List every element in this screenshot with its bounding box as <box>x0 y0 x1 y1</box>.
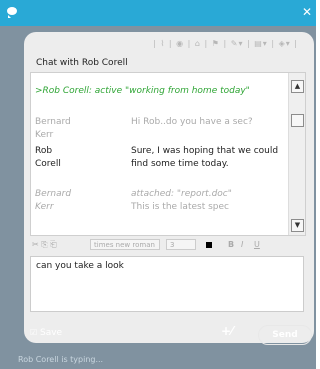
history-scrollbar[interactable]: ▲ ▼ <box>288 73 305 235</box>
bold-button[interactable]: B <box>228 240 234 249</box>
message-text: Hi Rob..do you have a sec? <box>131 117 253 127</box>
format-toolbar: ✂ ⎘ ⎗ times new roman 3 B I U <box>30 239 308 253</box>
scroll-up-icon[interactable]: ▲ <box>291 80 304 93</box>
scroll-down-icon[interactable]: ▼ <box>291 219 304 232</box>
attach-icon[interactable]: +⁄ <box>221 324 233 338</box>
close-icon[interactable]: ✕ <box>302 4 312 20</box>
message-text: This is the latest spec <box>131 202 229 212</box>
italic-button[interactable]: I <box>241 240 243 249</box>
title-bar: ✕ <box>0 0 316 26</box>
scroll-thumb[interactable] <box>291 114 304 127</box>
sender-name: Rob Corell <box>35 146 61 169</box>
sender-name: Bernard Kerr <box>35 189 72 212</box>
chat-panel: | ⌇ | ◉ | ⌂ | ⚑ | ✎▾ | ▤▾ | ◈▾ | Chat wi… <box>24 32 314 345</box>
underline-button[interactable]: U <box>254 240 260 249</box>
font-color-swatch[interactable] <box>206 242 212 248</box>
chat-window: ✕ | ⌇ | ◉ | ⌂ | ⚑ | ✎▾ | ▤▾ | ◈▾ | Chat … <box>0 0 316 369</box>
checkbox-icon[interactable]: ☑ <box>30 328 37 337</box>
panel-toolbar-icons[interactable]: | ⌇ | ◉ | ⌂ | ⚑ | ✎▾ | ▤▾ | ◈▾ | <box>24 39 298 48</box>
message-history: >Rob Corell: active "working from home t… <box>30 72 306 236</box>
status-line: >Rob Corell: active "working from home t… <box>35 86 250 96</box>
cut-copy-paste-icons[interactable]: ✂ ⎘ ⎗ <box>32 240 57 250</box>
window-frame: | ⌇ | ◉ | ⌂ | ⚑ | ✎▾ | ▤▾ | ◈▾ | Chat wi… <box>0 26 316 350</box>
chat-bubble-icon <box>7 7 17 18</box>
send-button[interactable]: Send <box>258 325 312 345</box>
message-text: Sure, I was hoping that we could find so… <box>131 146 279 169</box>
font-size-select[interactable]: 3 <box>166 239 196 250</box>
message-input[interactable]: can you take a look <box>30 256 304 312</box>
attachment-link[interactable]: attached: "report.doc" <box>131 188 281 201</box>
font-select[interactable]: times new roman <box>90 239 160 250</box>
status-footer: Rob Corell is typing... <box>0 350 316 369</box>
sender-name: Bernard Kerr <box>35 117 71 140</box>
save-label: Save <box>40 328 63 338</box>
typing-indicator: Rob Corell is typing... <box>18 355 104 364</box>
chat-title: Chat with Rob Corell <box>36 58 128 68</box>
